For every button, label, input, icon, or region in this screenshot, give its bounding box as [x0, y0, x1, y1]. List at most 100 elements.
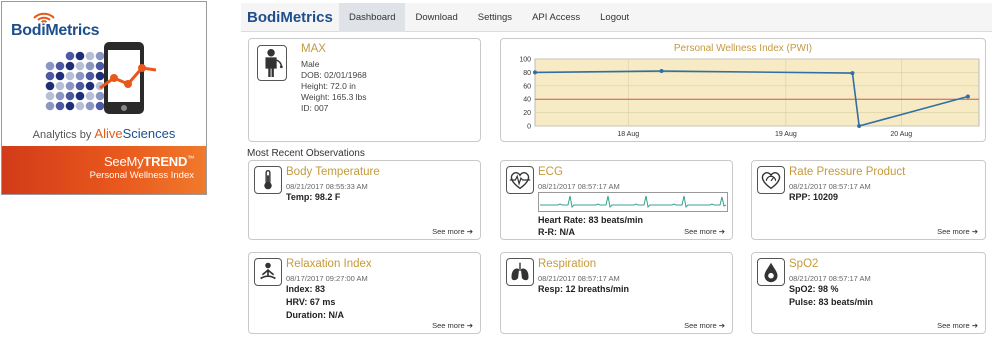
rate-pressure-product-card[interactable]: Rate Pressure Product 08/21/2017 08:57:1… [751, 160, 986, 240]
see-more-link[interactable]: See more ➔ [684, 321, 725, 330]
decor-dot [65, 91, 75, 101]
decor-dot [65, 101, 75, 111]
nav-settings[interactable]: Settings [468, 3, 522, 32]
x-tick-label: 19 Aug [775, 131, 797, 138]
profile-dob: DOB: 02/01/1968 [301, 70, 367, 80]
see-more-link[interactable]: See more ➔ [937, 227, 978, 236]
body-temperature-card[interactable]: Body Temperature 08/21/2017 08:55:33 AM … [248, 160, 481, 240]
meditation-icon [254, 258, 282, 286]
y-tick-label: 0 [527, 124, 531, 131]
spo2-date: 08/21/2017 08:57:17 AM [789, 274, 871, 283]
body-temperature-date: 08/21/2017 08:55:33 AM [286, 182, 368, 191]
nav-logout[interactable]: Logout [590, 3, 639, 32]
nav-menu: Dashboard Download Settings API Access L… [339, 3, 639, 32]
lungs-icon [506, 258, 534, 286]
decor-dot [85, 51, 95, 61]
relaxation-index-card[interactable]: Relaxation Index 08/17/2017 09:27:00 AM … [248, 252, 481, 334]
dots-phone-graphic [45, 42, 157, 114]
analytics-byline: Analytics by AliveSciences [2, 126, 206, 141]
decor-dot [85, 71, 95, 81]
spo2-card[interactable]: SpO2 08/21/2017 08:57:17 AM SpO2: 98 % P… [751, 252, 986, 334]
data-point [850, 71, 855, 76]
x-tick-label: 18 Aug [617, 131, 639, 138]
heart-gauge-icon [757, 166, 785, 194]
promo-panel: BodiMetrics Analytics by AliveSciences S… [1, 1, 207, 195]
decor-dot [65, 81, 75, 91]
decor-dot [55, 101, 65, 111]
y-tick-label: 40 [523, 97, 531, 104]
decor-dot [55, 91, 65, 101]
decor-dot [45, 71, 55, 81]
y-tick-label: 20 [523, 110, 531, 117]
relaxation-title: Relaxation Index [286, 258, 372, 270]
see-more-link[interactable]: See more ➔ [684, 227, 725, 236]
brand-sciences: Sciences [122, 126, 176, 141]
analytics-prefix: Analytics by [32, 129, 95, 141]
decor-dot [95, 61, 105, 71]
relaxation-index-value: Index: 83 [286, 284, 326, 294]
profile-id: ID: 007 [301, 103, 329, 113]
data-point [533, 70, 537, 75]
decor-dot [75, 101, 85, 111]
decor-dot [65, 61, 75, 71]
decor-dot [75, 61, 85, 71]
y-tick-label: 60 [523, 83, 531, 90]
product-subtitle: Personal Wellness Index [89, 170, 194, 181]
thermometer-icon [254, 166, 282, 194]
nav-dashboard[interactable]: Dashboard [339, 3, 406, 32]
profile-height: Height: 72.0 in [301, 81, 356, 91]
plot-area [534, 58, 980, 127]
y-tick-label: 100 [519, 57, 531, 64]
decor-dot [95, 51, 105, 61]
person-icon [257, 45, 287, 81]
decor-dot [95, 71, 105, 81]
recent-observations-heading: Most Recent Observations [247, 148, 365, 159]
decor-dot [55, 61, 65, 71]
see-more-link[interactable]: See more ➔ [432, 227, 473, 236]
respiration-card[interactable]: Respiration 08/21/2017 08:57:17 AM Resp:… [500, 252, 733, 334]
relaxation-duration-value: Duration: N/A [286, 310, 344, 320]
profile-name: MAX [301, 43, 326, 55]
nav-download[interactable]: Download [405, 3, 467, 32]
pwi-chart: 0 20 40 60 80 100 18 Aug 19 Aug 20 Aug [519, 57, 980, 138]
respiration-title: Respiration [538, 258, 597, 270]
decor-dot [75, 81, 85, 91]
dashboard-app: BodiMetrics Dashboard Download Settings … [241, 3, 992, 339]
ecg-waveform [538, 192, 728, 212]
promo-logo: BodiMetrics [11, 22, 100, 39]
decor-dot [75, 51, 85, 61]
rpp-title: Rate Pressure Product [789, 166, 906, 178]
product-name-a: SeeMy [103, 154, 144, 169]
decor-dot [85, 81, 95, 91]
profile-gender: Male [301, 59, 320, 69]
navbar-brand[interactable]: BodiMetrics [247, 9, 333, 26]
decor-dot [45, 61, 55, 71]
y-tick-label: 80 [523, 70, 531, 77]
body-temperature-title: Body Temperature [286, 166, 380, 178]
ecg-title: ECG [538, 166, 563, 178]
data-point [857, 124, 862, 128]
profile-card: MAX Male DOB: 02/01/1968 Height: 72.0 in… [248, 38, 481, 142]
rpp-date: 08/21/2017 08:57:17 AM [789, 182, 871, 191]
top-navbar: BodiMetrics Dashboard Download Settings … [241, 3, 992, 32]
decor-dot [65, 51, 75, 61]
decor-dot [75, 71, 85, 81]
see-more-link[interactable]: See more ➔ [432, 321, 473, 330]
spo2-pulse-value: Pulse: 83 beats/min [789, 297, 874, 307]
nav-api-access[interactable]: API Access [522, 3, 590, 32]
decor-dot [95, 101, 105, 111]
decor-dot [85, 61, 95, 71]
rpp-value: RPP: 10209 [789, 192, 839, 202]
trademark-mark: ™ [187, 155, 194, 163]
heart-pulse-icon [506, 166, 534, 194]
ecg-heart-rate: Heart Rate: 83 beats/min [538, 215, 644, 225]
data-point [965, 94, 970, 99]
decor-dot [85, 101, 95, 111]
decor-dot [45, 91, 55, 101]
see-more-link[interactable]: See more ➔ [937, 321, 978, 330]
spo2-value: SpO2: 98 % [789, 284, 839, 294]
body-temperature-value: Temp: 98.2 F [286, 192, 341, 202]
ecg-card[interactable]: ECG 08/21/2017 08:57:17 AM Heart Rate: 8… [500, 160, 733, 240]
spo2-title: SpO2 [789, 258, 819, 270]
ecg-rr: R-R: N/A [538, 227, 575, 237]
